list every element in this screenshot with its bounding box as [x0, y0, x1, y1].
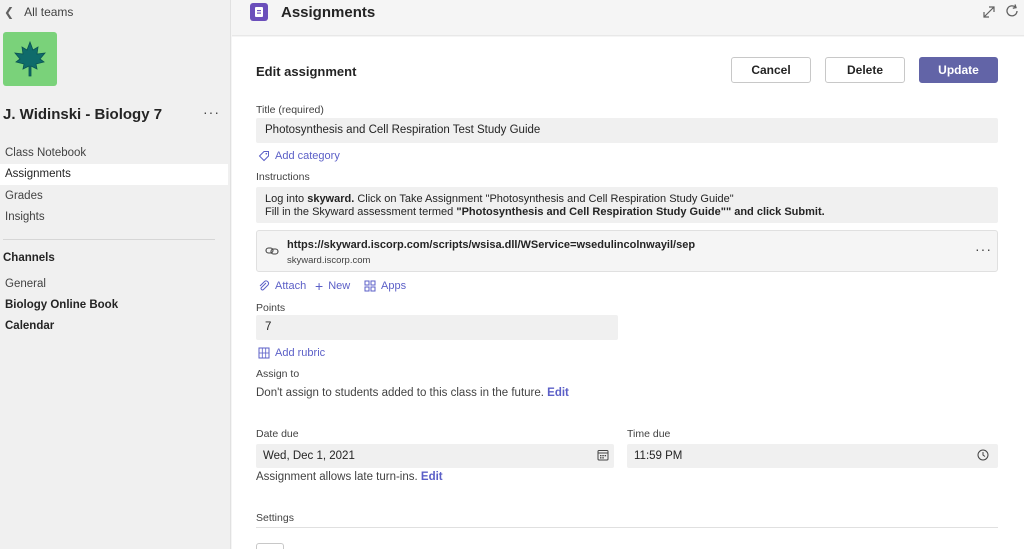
clock-icon[interactable]	[977, 449, 989, 461]
calendar-icon[interactable]	[597, 449, 609, 461]
chevron-left-icon: ❮	[4, 5, 15, 19]
channels-heading: Channels	[3, 252, 55, 264]
nav-class-notebook[interactable]: Class Notebook	[0, 143, 228, 164]
apps-icon	[364, 280, 376, 292]
assign-edit-link[interactable]: Edit	[547, 387, 569, 399]
attach-button[interactable]: Attach	[258, 280, 306, 292]
instructions-label: Instructions	[256, 171, 310, 183]
link-icon	[265, 247, 279, 255]
edit-assignment-panel: Edit assignment Cancel Delete Update Tit…	[232, 37, 1024, 549]
team-more-options-button[interactable]: ···	[203, 104, 220, 120]
settings-label: Settings	[256, 512, 294, 524]
add-category-button[interactable]: Add category	[258, 150, 340, 162]
instructions-text: Fill in the Skyward assessment termed	[265, 206, 457, 218]
app-header: Assignments	[232, 0, 1024, 36]
update-button[interactable]: Update	[919, 57, 998, 83]
late-turn-ins-text: Assignment allows late turn-ins. Edit	[256, 471, 443, 483]
instructions-field[interactable]: Log into skyward. Click on Take Assignme…	[256, 187, 998, 223]
assign-description: Don't assign to students added to this c…	[256, 387, 544, 399]
team-avatar[interactable]	[3, 32, 57, 86]
instructions-text: Click on Take Assignment "Photosynthesis…	[354, 193, 734, 205]
instructions-bold: "Photosynthesis and Cell Respiration Stu…	[456, 206, 825, 218]
all-teams-label: All teams	[24, 5, 74, 19]
nav-insights[interactable]: Insights	[0, 207, 228, 228]
channel-calendar[interactable]: Calendar	[0, 317, 54, 335]
nav-grades[interactable]: Grades	[0, 186, 228, 207]
late-description: Assignment allows late turn-ins.	[256, 471, 418, 483]
link-more-options-button[interactable]: ···	[975, 241, 992, 257]
late-edit-link[interactable]: Edit	[421, 471, 443, 483]
nav-assignments[interactable]: Assignments	[0, 164, 228, 185]
settings-toggle[interactable]	[256, 543, 284, 549]
app-title: Assignments	[281, 4, 376, 21]
maple-leaf-icon	[14, 40, 46, 77]
date-due-label: Date due	[256, 428, 299, 440]
date-due-input[interactable]: Wed, Dec 1, 2021	[256, 444, 614, 468]
refresh-icon[interactable]	[1004, 3, 1020, 19]
cancel-button[interactable]: Cancel	[731, 57, 811, 83]
time-due-label: Time due	[627, 428, 671, 440]
apps-button[interactable]: Apps	[364, 280, 406, 292]
paperclip-icon	[259, 280, 269, 291]
expand-icon[interactable]	[981, 4, 997, 20]
assign-to-label: Assign to	[256, 368, 300, 380]
add-category-label: Add category	[275, 150, 340, 162]
time-due-value: 11:59 PM	[634, 450, 683, 462]
date-due-value: Wed, Dec 1, 2021	[263, 450, 355, 462]
time-due-input[interactable]: 11:59 PM	[627, 444, 998, 468]
add-rubric-label: Add rubric	[275, 347, 326, 359]
assign-to-text: Don't assign to students added to this c…	[256, 387, 569, 399]
title-input[interactable]: Photosynthesis and Cell Respiration Test…	[256, 118, 998, 143]
settings-divider	[256, 527, 998, 528]
points-label: Points	[256, 302, 286, 314]
link-resource-card[interactable]: https://skyward.iscorp.com/scripts/wsisa…	[256, 230, 998, 272]
apps-label: Apps	[381, 280, 407, 292]
new-resource-button[interactable]: + New	[315, 278, 351, 294]
instructions-bold: skyward.	[307, 193, 355, 205]
points-input[interactable]: 7	[256, 315, 618, 340]
all-teams-link[interactable]: ❮ All teams	[4, 4, 73, 20]
team-sidebar: ❮ All teams J. Widinski - Biology 7 ··· …	[0, 0, 231, 549]
assignments-app-icon	[250, 3, 268, 21]
rubric-grid-icon	[258, 347, 270, 359]
link-domain: skyward.iscorp.com	[287, 255, 371, 266]
tag-icon	[258, 151, 269, 162]
team-name: J. Widinski - Biology 7	[3, 106, 163, 123]
edit-assignment-heading: Edit assignment	[256, 64, 357, 79]
sidebar-divider	[3, 239, 215, 240]
plus-icon: +	[315, 278, 324, 294]
title-label: Title (required)	[256, 104, 324, 116]
instructions-text: Log into	[265, 193, 308, 205]
new-label: New	[328, 280, 351, 292]
channel-biology-online-book[interactable]: Biology Online Book	[0, 296, 118, 314]
channel-general[interactable]: General	[0, 275, 46, 293]
attach-label: Attach	[275, 280, 307, 292]
link-url[interactable]: https://skyward.iscorp.com/scripts/wsisa…	[287, 239, 695, 251]
delete-button[interactable]: Delete	[825, 57, 905, 83]
add-rubric-button[interactable]: Add rubric	[258, 347, 325, 359]
